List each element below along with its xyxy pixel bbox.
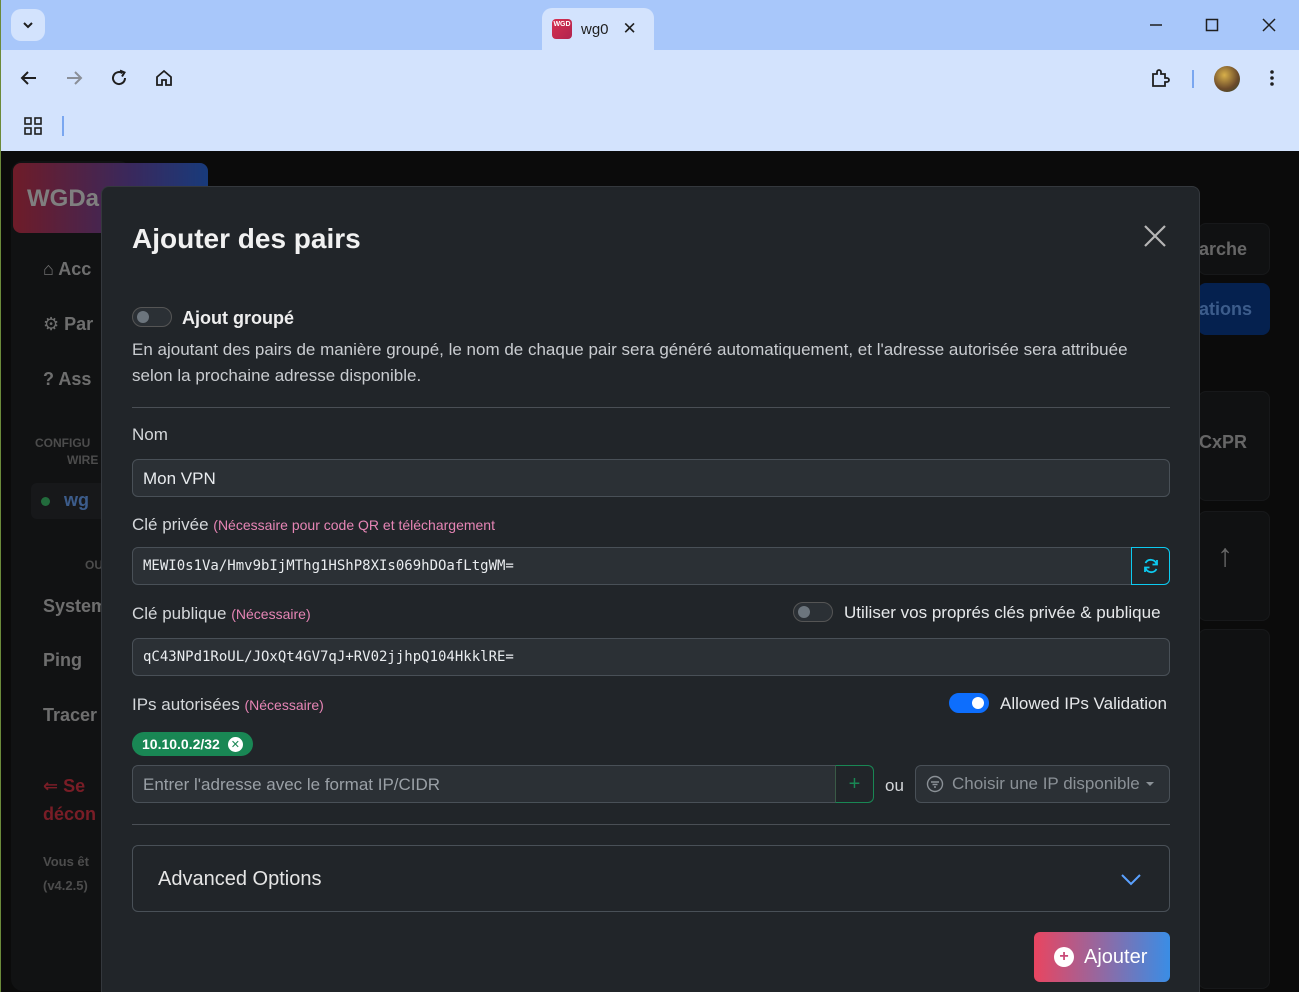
remove-ip-button[interactable]: ✕ (227, 736, 243, 752)
public-key-note: (Nécessaire) (231, 606, 311, 622)
name-input[interactable]: Mon VPN (132, 459, 1170, 497)
puzzle-icon (1152, 69, 1170, 87)
regenerate-key-button[interactable] (1131, 547, 1170, 585)
own-keys-toggle[interactable] (793, 602, 833, 622)
or-label: ou (885, 776, 904, 795)
filter-icon (926, 775, 944, 793)
bulk-add-label: Ajout groupé (182, 308, 294, 328)
maximize-button[interactable] (1200, 13, 1224, 37)
allowed-ips-note: (Nécessaire) (244, 697, 324, 713)
allowed-ip-value: 10.10.0.2/32 (142, 736, 220, 752)
private-key-input[interactable]: MEWI0s1Va/Hmv9bIjMThg1HShP8XIs069hDOafLt… (132, 547, 1132, 585)
reload-button[interactable] (105, 64, 133, 92)
extensions-button[interactable] (1146, 64, 1174, 92)
available-ip-dropdown[interactable]: Choisir une IP disponible (915, 765, 1170, 803)
browser-toolbar (1, 50, 1299, 106)
public-key-label: Clé publique (132, 604, 227, 623)
chevron-down-icon (23, 22, 33, 29)
plus-circle-icon: + (1054, 947, 1074, 967)
divider (132, 407, 1170, 408)
chevron-down-icon (1121, 874, 1141, 886)
tab-close-button[interactable]: ✕ (623, 19, 637, 39)
forward-button[interactable] (60, 64, 88, 92)
add-peers-modal: Ajouter des pairs Ajout groupé En ajouta… (101, 186, 1200, 992)
bookmarks-bar (1, 106, 1299, 151)
tab-title: wg0 (581, 20, 609, 38)
advanced-options-accordion[interactable]: Advanced Options (132, 845, 1170, 912)
modal-title: Ajouter des pairs (132, 223, 361, 254)
allowed-ip-chip: 10.10.0.2/32 ✕ (132, 732, 253, 756)
home-icon (156, 69, 172, 86)
bookmarks-divider (62, 116, 64, 136)
favicon-icon: WGD (552, 19, 572, 39)
toggle-knob (972, 697, 984, 709)
modal-close-button[interactable] (1142, 223, 1170, 251)
minimize-icon (1150, 24, 1162, 26)
arrow-right-icon (67, 71, 83, 85)
close-icon (1144, 225, 1166, 247)
submit-label: Ajouter (1084, 945, 1148, 968)
allowed-ips-label: IPs autorisées (132, 695, 240, 714)
advanced-options-label: Advanced Options (158, 868, 322, 890)
back-button[interactable] (15, 64, 43, 92)
own-keys-label: Utiliser vos proprés clés privée & publi… (844, 603, 1161, 622)
available-ip-placeholder: Choisir une IP disponible (952, 774, 1140, 793)
caret-down-icon (1145, 782, 1154, 786)
browser-chrome: WGD wg0 ✕ (1, 0, 1299, 151)
allowed-ips-validation-toggle[interactable] (949, 693, 989, 713)
tab-search-button[interactable] (11, 9, 45, 41)
bulk-add-description: En ajoutant des pairs de manière groupé,… (132, 340, 1128, 385)
divider (132, 824, 1170, 825)
private-key-label: Clé privée (132, 515, 209, 534)
arrow-left-icon (20, 71, 36, 85)
add-peer-submit-button[interactable]: + Ajouter (1034, 932, 1170, 982)
private-key-label-row: Clé privée (Nécessaire pour code QR et t… (132, 515, 495, 535)
bulk-add-toggle[interactable] (132, 307, 172, 327)
name-label: Nom (132, 425, 168, 444)
browser-tab[interactable]: WGD wg0 ✕ (542, 8, 654, 50)
add-ip-button[interactable]: + (835, 765, 874, 803)
minimize-button[interactable] (1144, 13, 1168, 37)
refresh-icon (1143, 558, 1158, 574)
private-key-note: (Nécessaire pour code QR et téléchargeme… (213, 517, 495, 533)
maximize-icon (1205, 18, 1219, 32)
apps-grid-icon (24, 117, 42, 135)
allowed-ips-label-row: IPs autorisées (Nécessaire) (132, 695, 324, 715)
toolbar-divider (1192, 70, 1194, 88)
public-key-input[interactable]: qC43NPd1RoUL/JOxQt4GV7qJ+RV02jjhpQ104Hkk… (132, 638, 1170, 676)
close-icon (1262, 18, 1276, 32)
home-button[interactable] (150, 64, 178, 92)
allowed-ips-validation-label: Allowed IPs Validation (1000, 694, 1167, 713)
toggle-knob (798, 606, 810, 618)
toggle-knob (137, 311, 149, 323)
public-key-label-row: Clé publique (Nécessaire) (132, 604, 311, 624)
apps-button[interactable] (23, 116, 45, 138)
reload-icon (112, 69, 127, 86)
tab-strip: WGD wg0 ✕ (1, 0, 1299, 50)
kebab-menu-icon (1270, 70, 1274, 86)
profile-avatar[interactable] (1214, 66, 1240, 92)
close-window-button[interactable] (1257, 13, 1281, 37)
browser-menu-button[interactable] (1258, 64, 1286, 92)
ip-cidr-input[interactable]: Entrer l'adresse avec le format IP/CIDR (132, 765, 836, 803)
